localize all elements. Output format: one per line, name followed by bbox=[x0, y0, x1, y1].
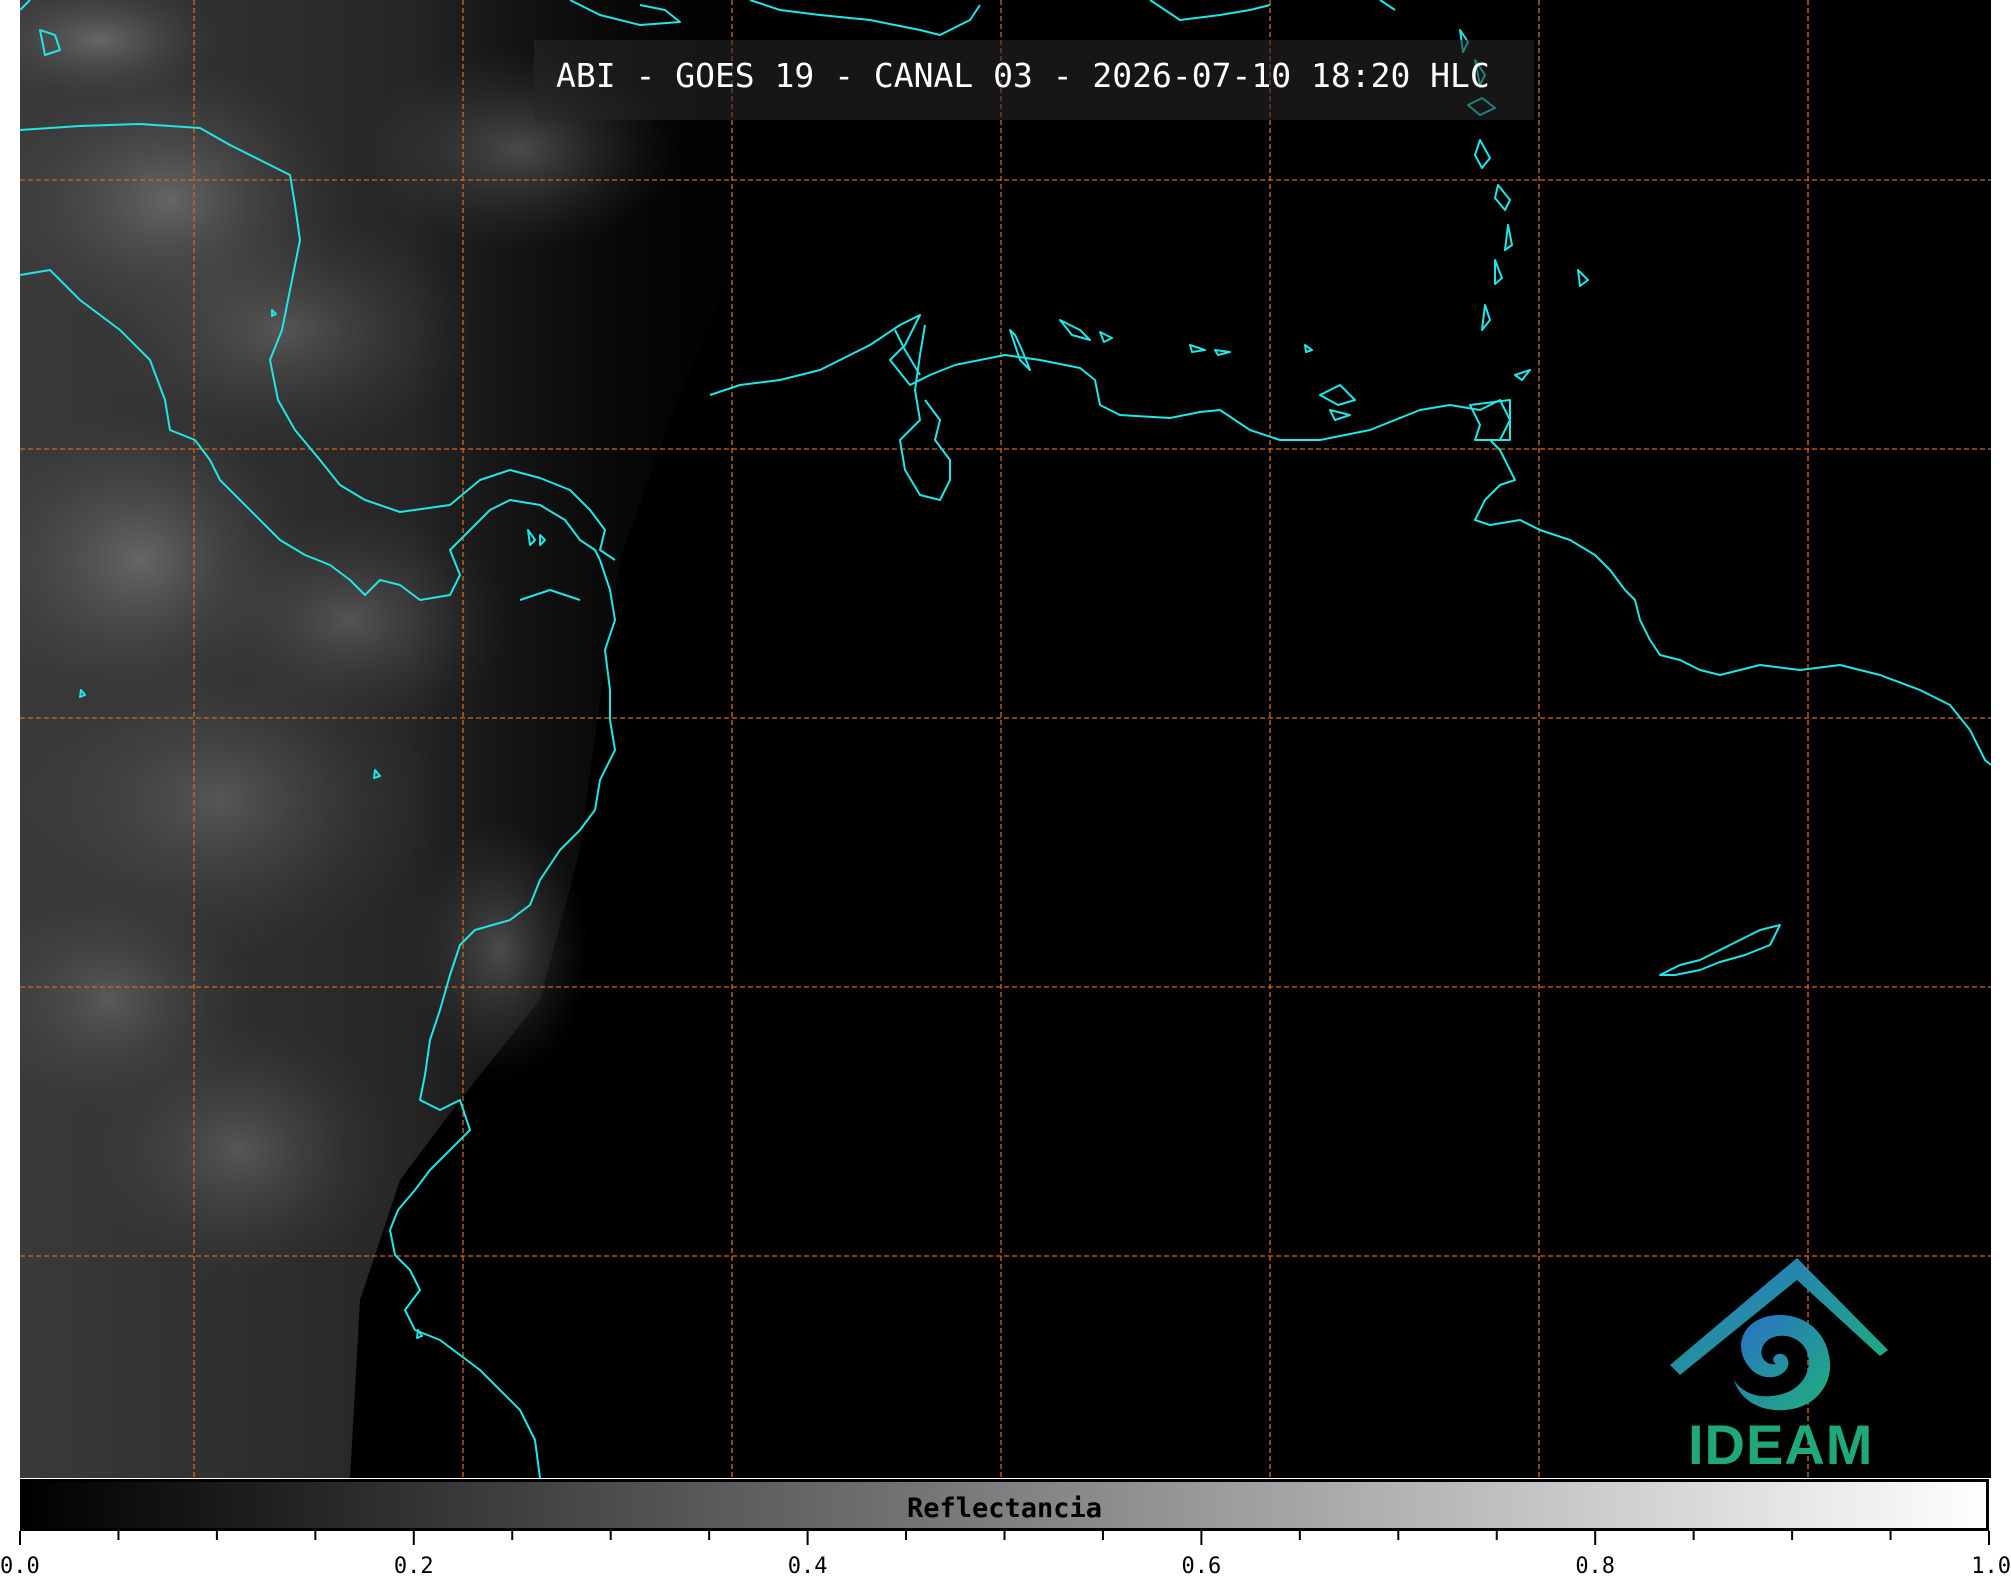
colorbar-tick-label: 0.8 bbox=[1575, 1554, 1616, 1579]
colorbar-tick-label: 1.0 bbox=[1971, 1554, 2011, 1579]
colorbar-tick-label: 0.0 bbox=[0, 1554, 40, 1579]
colorbar-label: Reflectancia bbox=[906, 1493, 1103, 1524]
logo-text: IDEAM bbox=[1688, 1413, 1874, 1476]
colorbar: Reflectancia bbox=[20, 1479, 1989, 1531]
colorbar-tick-label: 0.2 bbox=[393, 1554, 434, 1579]
map-title: ABI - GOES 19 - CANAL 03 - 2026-07-10 18… bbox=[556, 56, 1490, 95]
colorbar-ticks bbox=[19, 1531, 1990, 1545]
colorbar-tick-label: 0.4 bbox=[787, 1554, 828, 1579]
colorbar-tick-label: 0.6 bbox=[1181, 1554, 1222, 1579]
